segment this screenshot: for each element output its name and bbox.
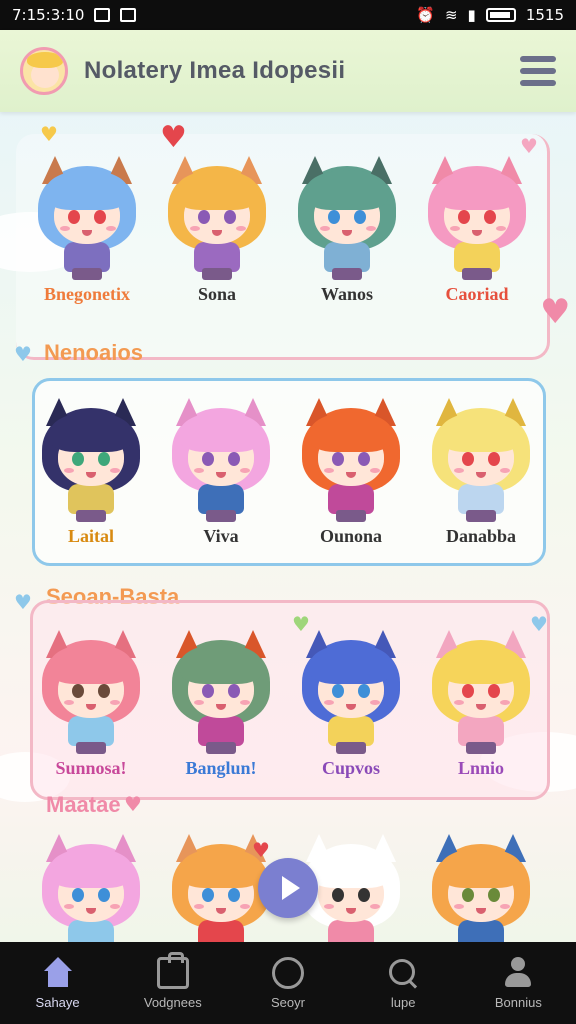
chibi-character-image bbox=[36, 830, 146, 942]
character-name: Lnnio bbox=[457, 758, 505, 778]
heart-icon: ♥ bbox=[14, 590, 32, 614]
chibi-character-image bbox=[36, 626, 146, 756]
chibi-character-image bbox=[36, 394, 146, 524]
heart-icon: ♥ bbox=[40, 122, 58, 146]
section-title: Maatae bbox=[46, 792, 121, 817]
character-card[interactable]: Ounona bbox=[286, 394, 416, 547]
alarm-icon: ⏰ bbox=[416, 6, 435, 24]
nav-item-circle[interactable]: Seoyr bbox=[233, 956, 343, 1010]
chibi-character-image bbox=[296, 626, 406, 756]
status-time: 7:15:3:10 bbox=[12, 6, 85, 24]
character-row: Laital Viva Ounona Danabba bbox=[26, 394, 546, 547]
character-row: Sunnosa! Banglun! Cupvos Lnnio bbox=[26, 626, 546, 779]
nav-label: Vodgnees bbox=[143, 994, 202, 1010]
character-name: Sunnosa! bbox=[55, 758, 127, 778]
nav-label: Seoyr bbox=[270, 994, 305, 1010]
section-title: Nenoaios bbox=[44, 340, 144, 365]
chibi-character-image bbox=[166, 394, 276, 524]
character-name: Sona bbox=[197, 284, 237, 304]
circle-icon bbox=[271, 956, 304, 989]
nav-item-user[interactable]: Bonnius bbox=[463, 956, 573, 1010]
app-title: Nolatery Imea Idopesii bbox=[84, 57, 346, 84]
character-card[interactable]: Wanos bbox=[282, 152, 412, 305]
chibi-character-image bbox=[32, 152, 142, 282]
nav-item-bag[interactable]: Vodgnees bbox=[118, 951, 228, 1010]
character-card[interactable]: Danabba bbox=[416, 394, 546, 547]
heart-icon: ♥ bbox=[530, 612, 548, 636]
bag-icon bbox=[156, 951, 189, 989]
character-name: Laital bbox=[67, 526, 114, 546]
app-header: Nolatery Imea Idopesii bbox=[0, 30, 576, 112]
heart-icon: ♥ bbox=[520, 134, 538, 158]
hamburger-menu-icon[interactable] bbox=[520, 56, 556, 86]
main-content[interactable]: Bnegonetix Sona Wanos Caoriad Nenoaios L… bbox=[0, 112, 576, 942]
character-name: Bnegonetix bbox=[43, 284, 130, 304]
nav-item-home[interactable]: Sahaye bbox=[3, 956, 113, 1010]
chibi-character-image bbox=[426, 830, 536, 942]
heart-icon: ♥ bbox=[252, 838, 270, 862]
character-name: Wanos bbox=[320, 284, 374, 304]
character-name: Ounona bbox=[319, 526, 383, 546]
character-card[interactable]: Sunnosa! bbox=[26, 626, 156, 779]
character-card[interactable]: Viva bbox=[156, 394, 286, 547]
menu-line bbox=[520, 56, 556, 62]
chibi-character-image bbox=[292, 152, 402, 282]
notification-icon bbox=[94, 8, 111, 22]
status-left: 7:15:3:10 bbox=[12, 6, 137, 24]
character-row: Bnegonetix Sona Wanos Caoriad bbox=[22, 152, 542, 305]
chibi-character-image bbox=[426, 626, 536, 756]
heart-icon: ♥ bbox=[14, 342, 32, 366]
character-card[interactable]: Lnnio bbox=[416, 626, 546, 779]
chibi-character-image bbox=[426, 394, 536, 524]
avatar-logo-icon[interactable] bbox=[20, 47, 68, 95]
menu-line bbox=[520, 80, 556, 86]
nav-item-search[interactable]: lupe bbox=[348, 957, 458, 1010]
battery-icon bbox=[485, 8, 516, 22]
heart-icon: ♥ bbox=[292, 612, 310, 636]
wifi-icon: ≋ bbox=[444, 6, 458, 24]
character-name: Banglun! bbox=[185, 758, 257, 778]
signal-icon: ▮ bbox=[467, 6, 476, 24]
image-notification-icon bbox=[120, 8, 137, 22]
heart-icon: ♥ bbox=[160, 120, 187, 155]
nav-label: Sahaye bbox=[35, 994, 80, 1010]
character-name: Caoriad bbox=[445, 284, 509, 304]
chibi-character-image bbox=[166, 626, 276, 756]
character-card[interactable]: Sona bbox=[152, 152, 282, 305]
heart-icon: ♥ bbox=[124, 792, 142, 816]
character-name: Danabba bbox=[445, 526, 517, 546]
nav-label: Bonnius bbox=[494, 994, 542, 1010]
search-icon bbox=[387, 957, 419, 989]
status-battery-text: 1515 bbox=[525, 6, 564, 24]
character-name: Viva bbox=[203, 526, 239, 546]
user-icon bbox=[502, 956, 534, 989]
character-card[interactable]: Bnegonetix bbox=[22, 152, 152, 305]
character-card[interactable] bbox=[26, 830, 156, 942]
status-bar: 7:15:3:10 ⏰ ≋ ▮ 1515 bbox=[0, 0, 576, 30]
menu-line bbox=[520, 68, 556, 74]
heart-icon: ♥ bbox=[540, 292, 571, 332]
bottom-navigation: Sahaye Vodgnees Seoyr lupe Bonnius bbox=[0, 942, 576, 1024]
chibi-character-image bbox=[422, 152, 532, 282]
chibi-character-image bbox=[296, 394, 406, 524]
nav-label: lupe bbox=[390, 994, 416, 1010]
home-icon bbox=[42, 956, 74, 989]
character-card[interactable]: Caoriad bbox=[412, 152, 542, 305]
play-button[interactable] bbox=[258, 858, 318, 918]
character-card[interactable]: Banglun! bbox=[156, 626, 286, 779]
character-card[interactable]: Cupvos bbox=[286, 626, 416, 779]
status-right: ⏰ ≋ ▮ 1515 bbox=[416, 6, 564, 24]
character-card[interactable] bbox=[416, 830, 546, 942]
character-card[interactable]: Laital bbox=[26, 394, 156, 547]
character-name: Cupvos bbox=[321, 758, 381, 778]
chibi-character-image bbox=[162, 152, 272, 282]
